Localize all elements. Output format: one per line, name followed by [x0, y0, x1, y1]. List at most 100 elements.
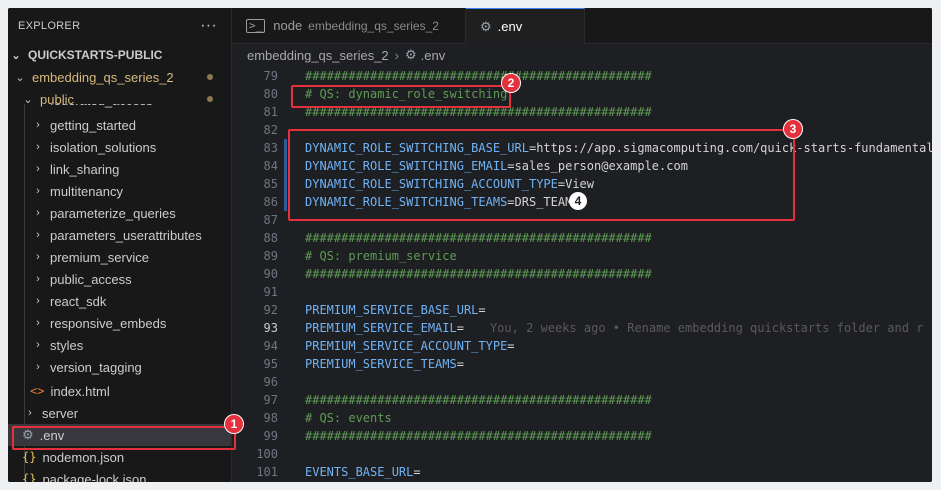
line-number: 96 [263, 375, 278, 389]
tree-item-public-access[interactable]: › public_access [8, 268, 231, 290]
line-number: 86 [263, 195, 278, 209]
annotation-badge-4: 4 [569, 192, 587, 210]
line-number: 101 [256, 465, 278, 479]
tab-env[interactable]: ⚙ .env [466, 8, 585, 44]
chevron-right-icon: › [36, 295, 40, 307]
comment-text: ########################################… [305, 69, 652, 83]
tree-item-react-sdk[interactable]: › react_sdk [8, 290, 231, 312]
line-number: 89 [263, 249, 278, 263]
chevron-right-icon: › [36, 317, 40, 329]
env-key: PREMIUM_SERVICE_TEAMS [305, 357, 457, 371]
chevron-right-icon: › [36, 207, 40, 219]
vscode-window: EXPLORER ··· ⌄ QUICKSTARTS-PUBLIC ⌄ embe… [8, 8, 932, 482]
explorer-title: EXPLORER [18, 20, 81, 32]
code-line[interactable]: 91 [232, 283, 932, 301]
modified-dot [207, 74, 213, 80]
line-number: 95 [263, 357, 278, 371]
breadcrumb-file[interactable]: .env [421, 48, 446, 63]
tab-label: node [273, 18, 303, 33]
chevron-down-icon: ⌄ [11, 49, 21, 62]
code-line[interactable]: 92 PREMIUM_SERVICE_BASE_URL= [232, 301, 932, 319]
code-line[interactable]: 94 PREMIUM_SERVICE_ACCOUNT_TYPE= [232, 337, 932, 355]
equals-sign: = [456, 357, 464, 371]
tree-item-label: federated_access [50, 104, 153, 108]
folder-embedding-qs-series-2[interactable]: ⌄ embedding_qs_series_2 [8, 66, 231, 88]
workspace-root[interactable]: ⌄ QUICKSTARTS-PUBLIC [8, 44, 231, 66]
tree-item-federated-access[interactable]: › federated_access [8, 104, 231, 110]
line-text: PREMIUM_SERVICE_BASE_URL= [305, 301, 486, 319]
code-line[interactable]: 93 PREMIUM_SERVICE_EMAIL= You, 2 weeks ago… [232, 319, 932, 337]
tree-item-label: responsive_embeds [50, 315, 167, 331]
code-line[interactable]: 90 ######################################… [232, 265, 932, 283]
comment-text: ########################################… [305, 231, 652, 245]
code-line[interactable]: 98 # QS: events [232, 409, 932, 427]
equals-sign: = [413, 465, 421, 479]
tree-item-styles[interactable]: › styles [8, 334, 231, 356]
line-text: ########################################… [305, 229, 652, 247]
line-text: ########################################… [305, 391, 652, 409]
tree-item-server[interactable]: › server [8, 402, 231, 424]
tree-item-premium-service[interactable]: › premium_service [8, 246, 231, 268]
git-blame-annotation: You, 2 weeks ago • Rename embedding quic… [489, 321, 924, 335]
tree-item-label: parameterize_queries [50, 205, 176, 221]
chevron-right-icon: › [36, 339, 40, 351]
tree-item-isolation-solutions[interactable]: › isolation_solutions [8, 136, 231, 158]
tree-item-label: multitenancy [50, 183, 123, 199]
tree-item-version-tagging[interactable]: › version_tagging [8, 356, 231, 378]
tree-item-label: link_sharing [50, 161, 120, 177]
gear-icon: ⚙ [480, 18, 492, 34]
json-file-icon: {} [22, 450, 37, 464]
line-number: 87 [263, 213, 278, 227]
line-number: 100 [256, 447, 278, 461]
workspace-root-label: QUICKSTARTS-PUBLIC [28, 48, 163, 62]
tree-item-label: premium_service [50, 249, 149, 265]
chevron-right-icon: › [36, 229, 40, 241]
explorer-header: EXPLORER ··· [8, 8, 231, 44]
chevron-right-icon: › [36, 185, 40, 197]
breadcrumb-folder[interactable]: embedding_qs_series_2 [247, 48, 389, 63]
highlight-qs-comment [291, 85, 511, 108]
tree-item-package-lock[interactable]: {} package-lock.json [8, 468, 231, 483]
chevron-right-icon: › [394, 47, 399, 63]
tree-item-parameterize-queries[interactable]: › parameterize_queries [8, 202, 231, 224]
comment-text: # QS: events [305, 411, 392, 425]
tree-item-label: styles [50, 337, 84, 353]
breadcrumb: embedding_qs_series_2 › ⚙ .env [232, 44, 932, 66]
comment-text: # QS: premium_service [305, 249, 457, 263]
line-number: 81 [263, 105, 278, 119]
tree-item-label: public_access [50, 271, 132, 287]
highlight-env-block [288, 129, 795, 221]
line-number: 92 [263, 303, 278, 317]
chevron-right-icon: › [36, 163, 40, 175]
line-number: 82 [263, 123, 278, 137]
tree-item-label: getting_started [50, 117, 137, 133]
code-line[interactable]: 100 [232, 445, 932, 463]
code-line[interactable]: 96 [232, 373, 932, 391]
tab-terminal-node[interactable]: >_ node embedding_qs_series_2 [232, 8, 466, 43]
tree-item-label: parameters_userattributes [50, 227, 202, 243]
code-line[interactable]: 88 ######################################… [232, 229, 932, 247]
tree-item-link-sharing[interactable]: › link_sharing [8, 158, 231, 180]
env-key: PREMIUM_SERVICE_ACCOUNT_TYPE [305, 339, 508, 353]
code-line[interactable]: 101 EVENTS_BASE_URL= [232, 463, 932, 481]
tree-item-responsive-embeds[interactable]: › responsive_embeds [8, 312, 231, 334]
explorer-sidebar: EXPLORER ··· ⌄ QUICKSTARTS-PUBLIC ⌄ embe… [8, 8, 232, 482]
line-number: 83 [263, 141, 278, 155]
tree-item-label: index.html [50, 383, 110, 399]
tree-item-multitenancy[interactable]: › multitenancy [8, 180, 231, 202]
line-number: 97 [263, 393, 278, 407]
code-line[interactable]: 79 ######################################… [232, 67, 932, 85]
comment-text: ########################################… [305, 393, 652, 407]
equals-sign: = [507, 339, 515, 353]
tree-item-index-html[interactable]: <> index.html [8, 380, 231, 402]
code-line[interactable]: 99 ######################################… [232, 427, 932, 445]
html-file-icon: <> [30, 384, 45, 398]
line-text: ########################################… [305, 265, 652, 283]
code-line[interactable]: 95 PREMIUM_SERVICE_TEAMS= [232, 355, 932, 373]
more-actions-icon[interactable]: ··· [200, 17, 217, 35]
tree-item-getting-started[interactable]: › getting_started [8, 114, 231, 136]
code-line[interactable]: 97 ######################################… [232, 391, 932, 409]
tree-item-parameters-userattributes[interactable]: › parameters_userattributes [8, 224, 231, 246]
code-line[interactable]: 89 # QS: premium_service [232, 247, 932, 265]
folder-label: embedding_qs_series_2 [32, 69, 174, 85]
